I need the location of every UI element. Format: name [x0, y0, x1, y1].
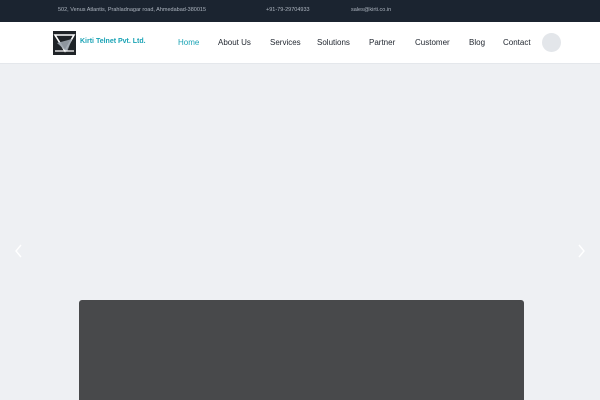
top-info-bar: 502, Venus Atlantis, Prahladnagar road, …: [0, 0, 600, 22]
nav-about-us[interactable]: About Us: [218, 38, 251, 47]
nav-contact[interactable]: Contact: [503, 38, 531, 47]
main-nav: Home About Us Services Solutions Partner…: [0, 38, 600, 50]
nav-blog[interactable]: Blog: [469, 38, 485, 47]
nav-home[interactable]: Home: [178, 38, 199, 47]
nav-customer[interactable]: Customer: [415, 38, 450, 47]
nav-solutions[interactable]: Solutions: [317, 38, 350, 47]
email-link[interactable]: sales@kirti.co.in: [351, 7, 391, 13]
chevron-left-icon[interactable]: [14, 244, 24, 258]
nav-partner[interactable]: Partner: [369, 38, 395, 47]
hero-media-panel[interactable]: [79, 300, 524, 400]
site-header: Kirti Telnet Pvt. Ltd. Home About Us Ser…: [0, 22, 600, 64]
search-icon[interactable]: [542, 33, 561, 52]
address-text: 502, Venus Atlantis, Prahladnagar road, …: [58, 7, 207, 13]
hero-slider: [0, 64, 600, 400]
chevron-right-icon[interactable]: [576, 244, 586, 258]
phone-link[interactable]: +91-79-29704933: [266, 7, 310, 13]
nav-services[interactable]: Services: [270, 38, 301, 47]
